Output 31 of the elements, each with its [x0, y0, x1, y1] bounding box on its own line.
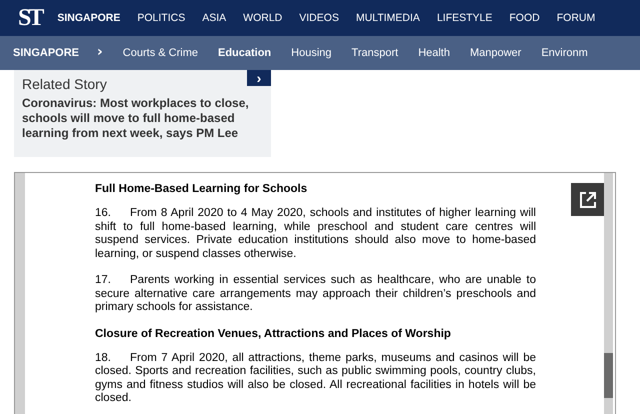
subsection-link[interactable]: Environm: [541, 47, 588, 59]
paragraph: 16. From 8 April 2020 to 4 May 2020, schools and institutes of higher learning will shift to full home-based learning, while preschool and student care centres will suspend services. Private education institutions should also move to home-based learning, or suspend classes otherwise.: [95, 207, 536, 261]
scrollbar-thumb[interactable]: [604, 353, 613, 398]
subsection-link[interactable]: Education: [218, 47, 272, 59]
subsection-link[interactable]: Transport: [352, 47, 398, 59]
next-button[interactable]: ›: [247, 70, 271, 86]
section-heading: Closure of Recreation Venues, Attractions and Places of Worship: [95, 328, 452, 340]
open-external-button[interactable]: [571, 183, 604, 216]
scrollbar[interactable]: [604, 173, 613, 414]
nav-link[interactable]: LIFESTYLE: [436, 12, 492, 24]
chevron-icon: ›: [97, 44, 103, 60]
nav-link[interactable]: VIDEOS: [299, 12, 339, 24]
nav-link[interactable]: FORUM: [556, 12, 596, 24]
nav-link[interactable]: ASIA: [202, 12, 226, 24]
nav-link[interactable]: SINGAPORE: [57, 12, 120, 24]
section-label[interactable]: SINGAPORE: [13, 47, 80, 59]
subsection-link[interactable]: Housing: [291, 47, 332, 59]
open-external-icon: [578, 190, 596, 208]
nav-link[interactable]: MULTIMEDIA: [356, 12, 420, 24]
paragraph: 18. From 7 April 2020, all attractions, theme parks, museums and casinos will be closed. Sports and recreation facilities, such as public swimming pools, country clubs, gyms and fitness studios will also be closed. All recreational facilities in hotels will be closed.: [95, 352, 536, 406]
related-story-link[interactable]: Coronavirus: Most workplaces to close, schools will move to full home-based learning from next week, says PM Lee: [22, 96, 263, 141]
related-story-label: Related Story: [22, 76, 108, 92]
subsection-link[interactable]: Courts & Crime: [122, 47, 198, 59]
site-logo[interactable]: ST: [18, 4, 42, 32]
subsection-link[interactable]: Health: [418, 47, 450, 59]
section-heading: Full Home-Based Learning for Schools: [95, 183, 308, 195]
nav-link[interactable]: FOOD: [509, 12, 540, 24]
nav-link[interactable]: WORLD: [243, 12, 282, 24]
nav-link[interactable]: POLITICS: [137, 12, 186, 24]
subsection-link[interactable]: Manpower: [470, 47, 522, 59]
paragraph: 17. Parents working in essential services such as healthcare, who are unable to secure alternative care arrangements may approach their children’s preschools and primary schools for assistance.: [95, 274, 536, 314]
